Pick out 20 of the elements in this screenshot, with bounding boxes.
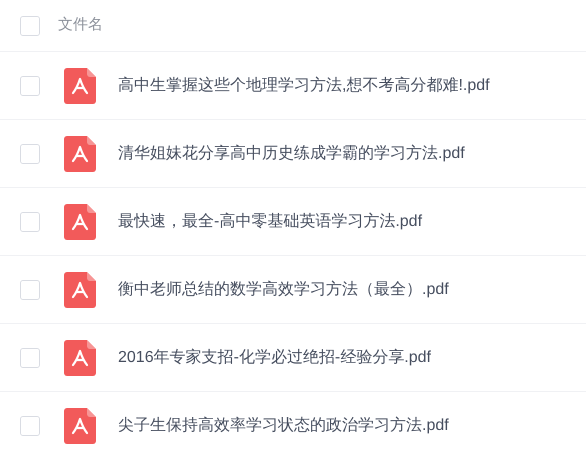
- file-name[interactable]: 最快速，最全-高中零基础英语学习方法.pdf: [118, 210, 422, 234]
- checkbox[interactable]: [20, 144, 40, 164]
- file-name[interactable]: 清华姐妹花分享高中历史练成学霸的学习方法.pdf: [118, 142, 465, 166]
- pdf-file-icon: [64, 136, 96, 172]
- file-name[interactable]: 衡中老师总结的数学高效学习方法（最全）.pdf: [118, 278, 449, 302]
- file-name[interactable]: 2016年专家支招-化学必过绝招-经验分享.pdf: [118, 346, 431, 370]
- pdf-file-icon: [64, 408, 96, 444]
- checkbox[interactable]: [20, 212, 40, 232]
- pdf-file-icon: [64, 68, 96, 104]
- checkbox[interactable]: [20, 348, 40, 368]
- pdf-file-icon: [64, 272, 96, 308]
- checkbox[interactable]: [20, 416, 40, 436]
- checkbox[interactable]: [20, 76, 40, 96]
- file-name[interactable]: 高中生掌握这些个地理学习方法,想不考高分都难!.pdf: [118, 74, 490, 98]
- column-header: 文件名: [58, 15, 103, 36]
- pdf-file-icon: [64, 204, 96, 240]
- pdf-file-icon: [64, 340, 96, 376]
- checkbox[interactable]: [20, 280, 40, 300]
- checkbox[interactable]: [20, 16, 40, 36]
- file-name[interactable]: 尖子生保持高效率学习状态的政治学习方法.pdf: [118, 414, 449, 438]
